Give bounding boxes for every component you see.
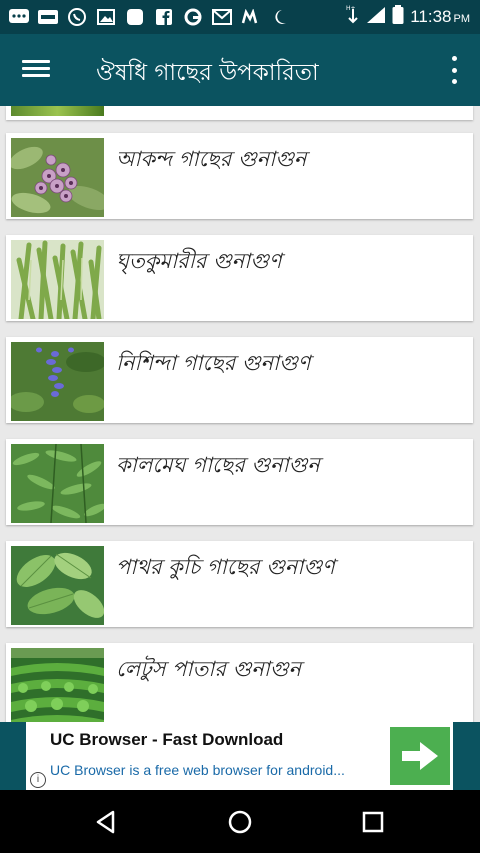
list-item[interactable]: আকন্দ গাছের গুনাগুন bbox=[6, 133, 473, 219]
ad-border-right bbox=[453, 722, 480, 790]
list-item-thumbnail bbox=[11, 106, 104, 116]
status-bar: H+ 11:38 PM bbox=[0, 0, 480, 34]
list-item-label: লেটুস পাতার গুনাগুন bbox=[116, 657, 301, 681]
list-item-thumbnail bbox=[11, 648, 104, 722]
ad-open-button[interactable] bbox=[390, 727, 450, 785]
hamburger-menu-icon[interactable] bbox=[22, 56, 50, 84]
gmail-icon bbox=[211, 7, 233, 27]
arrow-right-icon bbox=[402, 742, 438, 770]
home-circle-icon[interactable] bbox=[226, 808, 254, 836]
back-triangle-icon[interactable] bbox=[92, 808, 120, 836]
app-icon bbox=[124, 7, 146, 27]
ad-banner[interactable]: UC Browser - Fast Download i UC Browser … bbox=[0, 722, 480, 790]
messages-icon bbox=[8, 7, 30, 27]
navigation-bar bbox=[0, 790, 480, 853]
ad-info-icon[interactable]: i bbox=[30, 772, 46, 788]
list-item[interactable]: পাথর কুচি গাছের গুনাগুণ bbox=[6, 541, 473, 627]
list-item[interactable]: লেটুস পাতার গুনাগুন bbox=[6, 643, 473, 722]
list-item-label: ঘৃতকুমারীর গুনাগুণ bbox=[116, 249, 282, 273]
ad-description[interactable]: UC Browser is a free web browser for and… bbox=[50, 762, 345, 778]
plant-list[interactable]: আকন্দ গাছের গুনাগুন ঘৃতকুমারীর গুনাগুণ ন… bbox=[0, 106, 480, 722]
whatsapp-icon bbox=[66, 7, 88, 27]
paytm-icon bbox=[37, 7, 59, 27]
list-item-thumbnail bbox=[11, 342, 104, 421]
clock-time: 11:38 bbox=[410, 7, 452, 26]
signal-icon bbox=[366, 6, 386, 28]
list-item[interactable]: নিশিন্দা গাছের গুনাগুণ bbox=[6, 337, 473, 423]
app-bar: ঔষধি গাছের উপকারিতা bbox=[0, 34, 480, 106]
page-title: ঔষধি গাছের উপকারিতা bbox=[96, 60, 319, 86]
list-item-thumbnail bbox=[11, 138, 104, 217]
svg-text:H+: H+ bbox=[346, 5, 356, 12]
clock: 11:38 PM bbox=[410, 7, 470, 27]
system-status: H+ 11:38 PM bbox=[346, 5, 470, 29]
notification-icons bbox=[8, 6, 291, 28]
list-item-label: আকন্দ গাছের গুনাগুন bbox=[116, 147, 307, 171]
clock-ampm: PM bbox=[453, 13, 471, 25]
list-item[interactable]: ঘৃতকুমারীর গুনাগুণ bbox=[6, 235, 473, 321]
facebook-icon bbox=[153, 7, 175, 27]
list-item-thumbnail bbox=[11, 240, 104, 319]
battery-icon bbox=[392, 5, 404, 29]
list-item-label: পাথর কুচি গাছের গুনাগুণ bbox=[116, 555, 335, 579]
moon-icon bbox=[269, 7, 291, 27]
data-hplus-icon: H+ bbox=[346, 5, 360, 29]
mi-icon bbox=[240, 7, 262, 27]
recents-square-icon[interactable] bbox=[359, 808, 387, 836]
list-item[interactable]: কালমেঘ গাছের গুনাগুন bbox=[6, 439, 473, 525]
gallery-icon bbox=[95, 7, 117, 27]
list-item-partial[interactable] bbox=[6, 106, 473, 120]
list-item-thumbnail bbox=[11, 444, 104, 523]
more-vert-icon[interactable] bbox=[450, 56, 458, 84]
list-item-label: নিশিন্দা গাছের গুনাগুণ bbox=[116, 351, 311, 375]
ad-border-left bbox=[0, 722, 26, 790]
list-item-thumbnail bbox=[11, 546, 104, 625]
opera-icon bbox=[182, 7, 204, 27]
list-item-label: কালমেঘ গাছের গুনাগুন bbox=[116, 453, 320, 477]
ad-title[interactable]: UC Browser - Fast Download bbox=[50, 730, 283, 750]
